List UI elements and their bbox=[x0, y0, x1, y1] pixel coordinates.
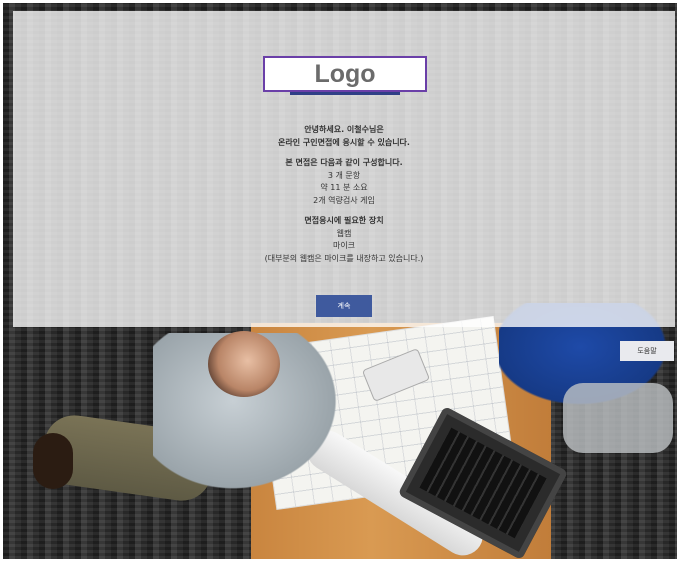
logo-text: Logo bbox=[314, 59, 376, 88]
person-shoe bbox=[33, 433, 73, 489]
logo-underline bbox=[290, 92, 400, 95]
person-left-head bbox=[208, 331, 280, 397]
help-button[interactable]: 도움말 bbox=[620, 341, 674, 361]
greeting-text: 안녕하세요. 이철수님은 bbox=[304, 125, 384, 134]
devices-heading: 면접응시에 필요한 장치 bbox=[304, 216, 384, 225]
composition-item: 3 개 문항 bbox=[327, 170, 361, 180]
intro-content: 안녕하세요. 이철수님은 온라인 구인면접에 응시할 수 있습니다. 본 면접은… bbox=[13, 124, 675, 265]
devices-note: (대부분의 웹캠은 마이크를 내장하고 있습니다.) bbox=[264, 253, 424, 263]
eligibility-text: 온라인 구인면접에 응시할 수 있습니다. bbox=[278, 137, 410, 147]
composition-item: 2개 역량검사 게임 bbox=[313, 195, 375, 205]
composition-heading: 본 면접은 다음과 같이 구성합니다. bbox=[285, 158, 403, 167]
composition-item: 약 11 분 소요 bbox=[320, 183, 368, 192]
device-item: 웹캠 bbox=[336, 228, 352, 238]
office-chair bbox=[563, 383, 673, 453]
continue-button[interactable]: 계속 bbox=[316, 295, 372, 317]
device-item: 마이크 bbox=[332, 241, 356, 250]
logo: Logo bbox=[263, 56, 427, 92]
